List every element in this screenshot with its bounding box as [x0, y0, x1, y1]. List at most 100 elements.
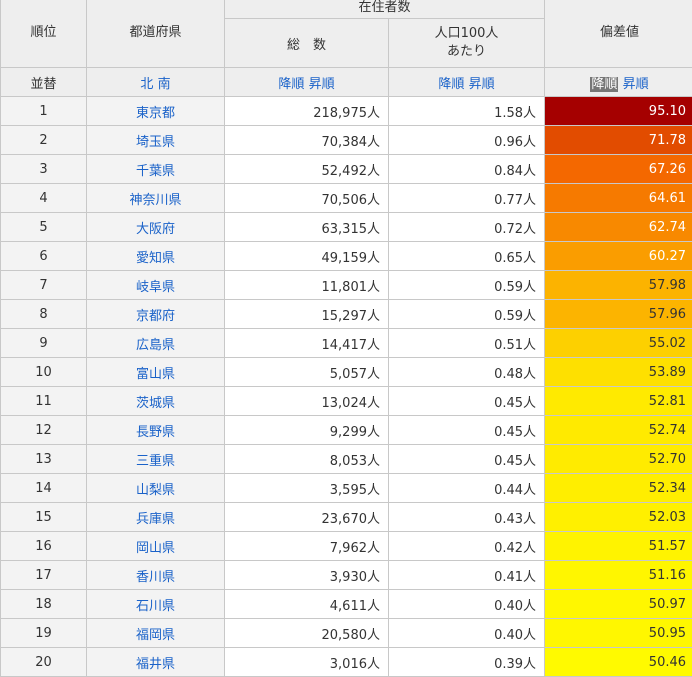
pref-link[interactable]: 長野県 [87, 416, 225, 445]
pref-link[interactable]: 広島県 [87, 329, 225, 358]
pref-link[interactable]: 福井県 [87, 648, 225, 677]
pref-link[interactable]: 千葉県 [87, 155, 225, 184]
per100-cell: 0.59人 [389, 300, 545, 329]
per100-asc-link[interactable]: 昇順 [469, 77, 495, 92]
table-row: 2埼玉県70,384人0.96人71.78 [1, 126, 692, 155]
per100-cell: 0.72人 [389, 213, 545, 242]
deviation-header: 偏差値 [545, 0, 692, 68]
table-row: 4神奈川県70,506人0.77人64.61 [1, 184, 692, 213]
rank-cell: 4 [1, 184, 87, 213]
total-cell: 23,670人 [225, 503, 389, 532]
per100-cell: 0.45人 [389, 445, 545, 474]
rank-cell: 19 [1, 619, 87, 648]
rank-cell: 16 [1, 532, 87, 561]
deviation-cell: 50.97 [545, 590, 692, 619]
deviation-cell: 52.03 [545, 503, 692, 532]
table-row: 16岡山県7,962人0.42人51.57 [1, 532, 692, 561]
per100-cell: 0.65人 [389, 242, 545, 271]
rank-cell: 7 [1, 271, 87, 300]
table-row: 13三重県8,053人0.45人52.70 [1, 445, 692, 474]
pref-link[interactable]: 富山県 [87, 358, 225, 387]
pref-link[interactable]: 大阪府 [87, 213, 225, 242]
ranking-table: 順位 都道府県 在住者数 偏差値 総 数 人口100人 あたり 並替 北 南 降… [0, 0, 692, 677]
rank-cell: 2 [1, 126, 87, 155]
deviation-cell: 52.34 [545, 474, 692, 503]
per100-cell: 0.41人 [389, 561, 545, 590]
pref-link[interactable]: 石川県 [87, 590, 225, 619]
total-cell: 11,801人 [225, 271, 389, 300]
per100-header-line1: 人口100人 [435, 26, 499, 41]
per100-cell: 0.39人 [389, 648, 545, 677]
table-row: 5大阪府63,315人0.72人62.74 [1, 213, 692, 242]
deviation-cell: 55.02 [545, 329, 692, 358]
total-cell: 14,417人 [225, 329, 389, 358]
total-cell: 4,611人 [225, 590, 389, 619]
sort-label: 並替 [1, 68, 87, 97]
sort-south-link[interactable]: 南 [158, 77, 171, 92]
table-row: 11茨城県13,024人0.45人52.81 [1, 387, 692, 416]
rank-cell: 1 [1, 97, 87, 126]
rank-cell: 6 [1, 242, 87, 271]
rank-cell: 10 [1, 358, 87, 387]
table-row: 3千葉県52,492人0.84人67.26 [1, 155, 692, 184]
per100-cell: 0.45人 [389, 387, 545, 416]
per100-cell: 0.40人 [389, 619, 545, 648]
total-cell: 52,492人 [225, 155, 389, 184]
pref-link[interactable]: 兵庫県 [87, 503, 225, 532]
deviation-cell: 52.74 [545, 416, 692, 445]
table-row: 9広島県14,417人0.51人55.02 [1, 329, 692, 358]
total-cell: 63,315人 [225, 213, 389, 242]
table-row: 1東京都218,975人1.58人95.10 [1, 97, 692, 126]
deviation-cell: 60.27 [545, 242, 692, 271]
sort-north-link[interactable]: 北 [140, 77, 153, 92]
rank-cell: 14 [1, 474, 87, 503]
pref-header: 都道府県 [87, 0, 225, 68]
rank-cell: 8 [1, 300, 87, 329]
total-cell: 15,297人 [225, 300, 389, 329]
total-cell: 3,595人 [225, 474, 389, 503]
pref-link[interactable]: 福岡県 [87, 619, 225, 648]
rank-cell: 15 [1, 503, 87, 532]
pref-link[interactable]: 山梨県 [87, 474, 225, 503]
rank-cell: 13 [1, 445, 87, 474]
rank-cell: 5 [1, 213, 87, 242]
total-desc-link[interactable]: 降順 [278, 77, 304, 92]
deviation-cell: 64.61 [545, 184, 692, 213]
total-cell: 49,159人 [225, 242, 389, 271]
pref-link[interactable]: 香川県 [87, 561, 225, 590]
table-row: 18石川県4,611人0.40人50.97 [1, 590, 692, 619]
pref-link[interactable]: 岡山県 [87, 532, 225, 561]
table-row: 20福井県3,016人0.39人50.46 [1, 648, 692, 677]
pref-link[interactable]: 岐阜県 [87, 271, 225, 300]
per100-cell: 0.84人 [389, 155, 545, 184]
pref-link[interactable]: 愛知県 [87, 242, 225, 271]
pref-link[interactable]: 三重県 [87, 445, 225, 474]
pref-link[interactable]: 神奈川県 [87, 184, 225, 213]
per100-cell: 0.40人 [389, 590, 545, 619]
rank-cell: 12 [1, 416, 87, 445]
deviation-cell: 52.81 [545, 387, 692, 416]
deviation-cell: 62.74 [545, 213, 692, 242]
table-row: 8京都府15,297人0.59人57.96 [1, 300, 692, 329]
deviation-cell: 52.70 [545, 445, 692, 474]
per100-cell: 0.45人 [389, 416, 545, 445]
dev-desc-selected[interactable]: 降順 [590, 77, 618, 92]
deviation-cell: 57.98 [545, 271, 692, 300]
total-header: 総 数 [225, 19, 389, 68]
pref-link[interactable]: 埼玉県 [87, 126, 225, 155]
table-row: 12長野県9,299人0.45人52.74 [1, 416, 692, 445]
deviation-cell: 53.89 [545, 358, 692, 387]
total-cell: 70,384人 [225, 126, 389, 155]
rank-cell: 9 [1, 329, 87, 358]
total-asc-link[interactable]: 昇順 [309, 77, 335, 92]
table-row: 6愛知県49,159人0.65人60.27 [1, 242, 692, 271]
pref-link[interactable]: 京都府 [87, 300, 225, 329]
total-cell: 5,057人 [225, 358, 389, 387]
per100-desc-link[interactable]: 降順 [438, 77, 464, 92]
dev-asc-link[interactable]: 昇順 [623, 77, 649, 92]
pref-link[interactable]: 東京都 [87, 97, 225, 126]
deviation-cell: 57.96 [545, 300, 692, 329]
per100-sort: 降順 昇順 [389, 68, 545, 97]
rank-header: 順位 [1, 0, 87, 68]
pref-link[interactable]: 茨城県 [87, 387, 225, 416]
